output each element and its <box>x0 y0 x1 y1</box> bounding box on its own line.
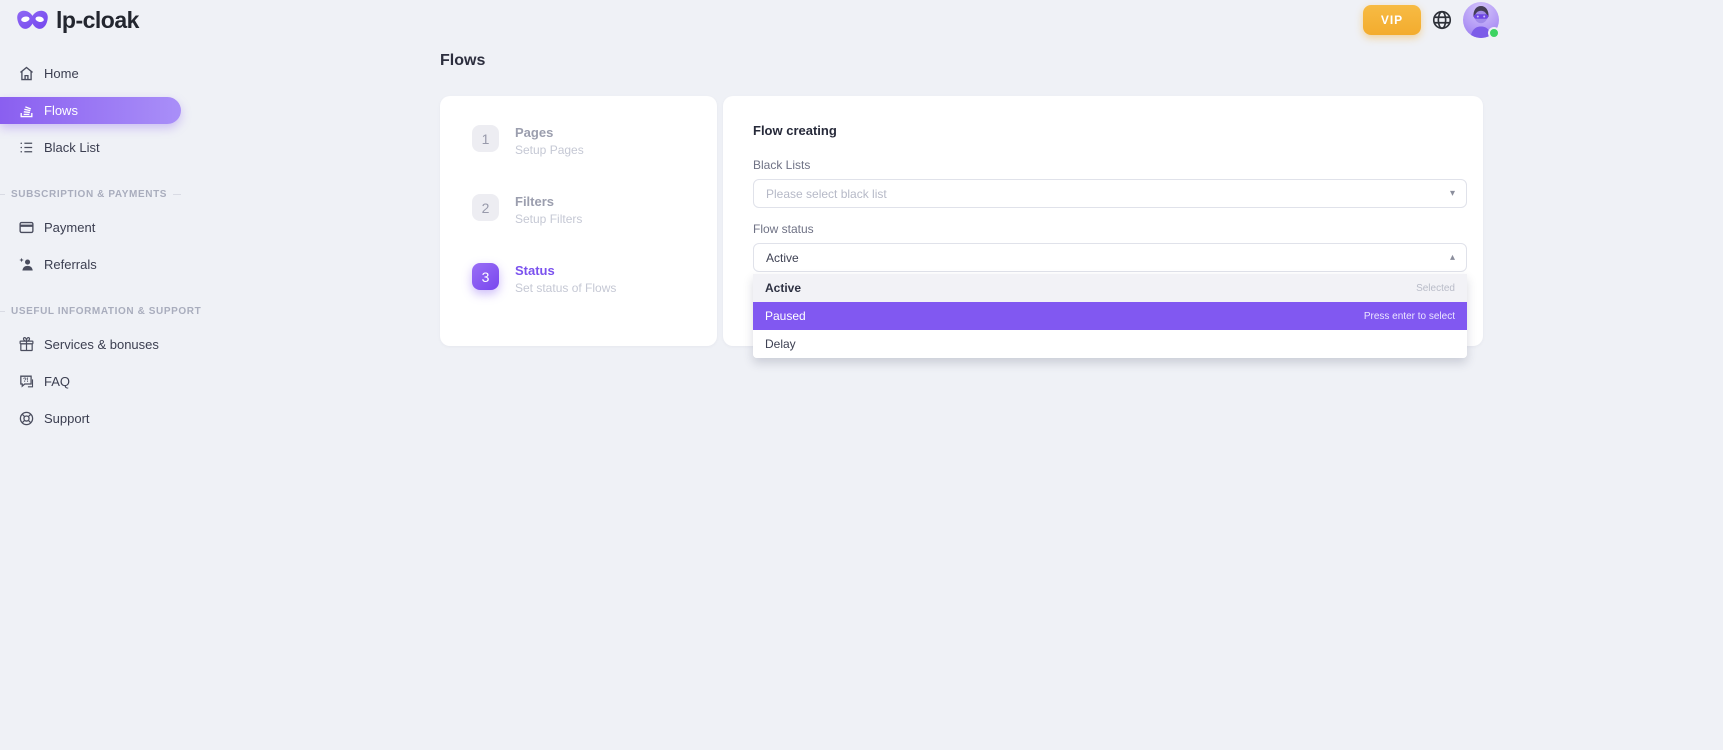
option-label: Active <box>765 281 801 295</box>
step-number-badge: 3 <box>472 263 499 290</box>
online-status-dot <box>1488 27 1500 39</box>
black-lists-label: Black Lists <box>753 158 1467 172</box>
sidebar-item-home[interactable]: Home <box>0 60 181 87</box>
step-status[interactable]: 3 Status Set status of Flows <box>472 263 717 295</box>
step-pages[interactable]: 1 Pages Setup Pages <box>472 125 717 157</box>
black-lists-placeholder: Please select black list <box>766 187 887 201</box>
step-subtitle: Set status of Flows <box>515 281 616 295</box>
lifebuoy-icon <box>18 410 35 427</box>
sidebar-item-label: Payment <box>44 220 95 235</box>
option-active[interactable]: Active Selected <box>753 274 1467 302</box>
chevron-up-icon: ▴ <box>1450 252 1455 262</box>
sidebar-item-flows[interactable]: Flows <box>0 97 181 124</box>
page-title: Flows <box>440 52 485 70</box>
sidebar-item-label: Referrals <box>44 257 97 272</box>
sidebar-item-support[interactable]: Support <box>0 405 181 432</box>
chevron-down-icon: ▾ <box>1450 188 1455 198</box>
option-delay[interactable]: Delay <box>753 330 1467 358</box>
step-number-badge: 1 <box>472 125 499 152</box>
option-hint: Press enter to select <box>1364 311 1455 322</box>
section-title: SUBSCRIPTION & PAYMENTS <box>11 189 167 200</box>
sidebar-item-black-list[interactable]: Black List <box>0 134 181 161</box>
mask-icon <box>16 7 49 34</box>
option-label: Paused <box>765 309 806 323</box>
sidebar-item-payment[interactable]: Payment <box>0 214 181 241</box>
sidebar-item-label: Black List <box>44 140 100 155</box>
credit-card-icon <box>18 219 35 236</box>
svg-text:?!: ?! <box>23 378 29 384</box>
black-list-icon <box>18 139 35 156</box>
flow-creating-card: Flow creating Black Lists Please select … <box>723 96 1483 346</box>
flows-icon <box>18 102 35 119</box>
sidebar-item-faq[interactable]: ?! FAQ <box>0 368 181 395</box>
flow-stepper-card: 1 Pages Setup Pages 2 Filters Setup Filt… <box>440 96 717 346</box>
form-title: Flow creating <box>753 123 1467 138</box>
step-subtitle: Setup Pages <box>515 143 584 157</box>
globe-icon[interactable] <box>1431 9 1453 31</box>
option-hint: Selected <box>1416 283 1455 294</box>
sidebar: Home Flows Black List SUBSCRIPTION & PAY… <box>0 60 200 442</box>
home-icon <box>18 65 35 82</box>
sidebar-item-label: Services & bonuses <box>44 337 159 352</box>
step-filters[interactable]: 2 Filters Setup Filters <box>472 194 717 226</box>
flow-status-dropdown: Active Selected Paused Press enter to se… <box>753 274 1467 358</box>
option-label: Delay <box>765 337 796 351</box>
step-title: Status <box>515 263 616 278</box>
app-name: lp-cloak <box>56 7 139 34</box>
step-title: Pages <box>515 125 584 140</box>
step-subtitle: Setup Filters <box>515 212 582 226</box>
black-lists-select[interactable]: Please select black list ▾ <box>753 179 1467 208</box>
app-logo[interactable]: lp-cloak <box>16 7 139 34</box>
step-number-badge: 2 <box>472 194 499 221</box>
flow-status-select[interactable]: Active ▴ <box>753 243 1467 272</box>
user-avatar[interactable] <box>1463 2 1499 38</box>
vip-button[interactable]: VIP <box>1363 5 1421 35</box>
faq-icon: ?! <box>18 373 35 390</box>
flow-status-label: Flow status <box>753 222 1467 236</box>
referrals-icon <box>18 256 35 273</box>
step-title: Filters <box>515 194 582 209</box>
sidebar-item-label: Flows <box>44 103 78 118</box>
flow-status-value: Active <box>766 251 799 265</box>
sidebar-section-subscription: SUBSCRIPTION & PAYMENTS <box>0 187 181 201</box>
sidebar-item-services-bonuses[interactable]: Services & bonuses <box>0 331 181 358</box>
sidebar-item-referrals[interactable]: Referrals <box>0 251 181 278</box>
topbar-right: VIP <box>1363 0 1499 40</box>
sidebar-item-label: Support <box>44 411 90 426</box>
sidebar-item-label: Home <box>44 66 79 81</box>
gift-icon <box>18 336 35 353</box>
section-title: USEFUL INFORMATION & SUPPORT <box>11 306 201 317</box>
sidebar-item-label: FAQ <box>44 374 70 389</box>
option-paused[interactable]: Paused Press enter to select <box>753 302 1467 330</box>
sidebar-section-support: USEFUL INFORMATION & SUPPORT <box>0 304 181 318</box>
